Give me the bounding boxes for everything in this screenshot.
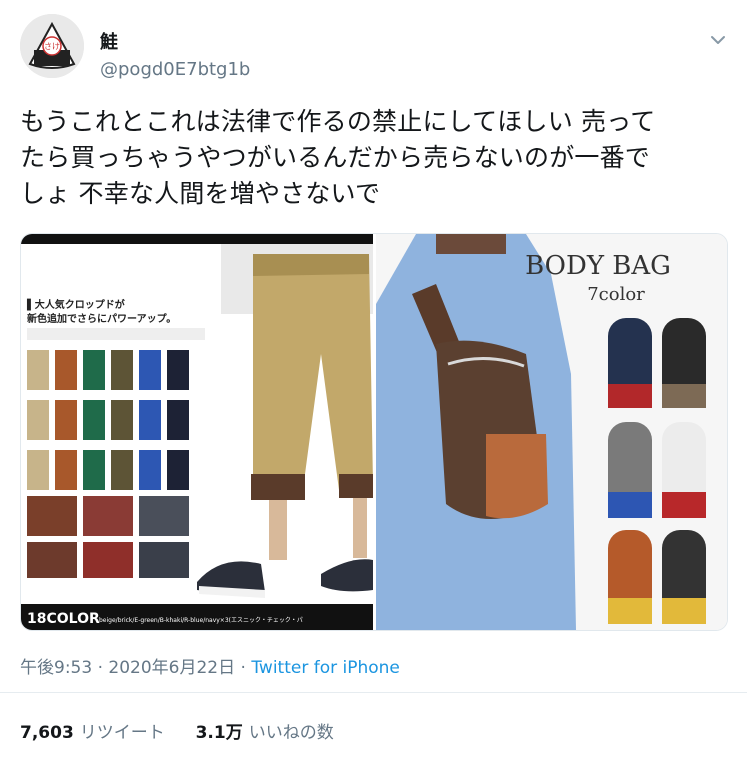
avatar[interactable]: さけ	[20, 14, 84, 78]
tweet-text-line: もうこれとこれは法律で作るの禁止にしてほしい 売って	[20, 107, 656, 136]
retweets-stat[interactable]: 7,603 リツイート	[20, 723, 165, 743]
bag-model-photo	[376, 234, 576, 630]
chevron-down-icon[interactable]	[708, 30, 728, 50]
meta-separator: ·	[240, 658, 246, 678]
media-image-pants[interactable]: ▌大人気クロップドが 新色追加でさらにパワーアップ。 18COLOR beige…	[21, 234, 373, 630]
media-image-bodybag[interactable]: BODY BAG 7color	[376, 234, 727, 630]
footer-color-list: beige/brick/E-green/B-khaki/R-blue/navy×…	[99, 617, 303, 624]
tweet-header: さけ 鮭 @pogd0E7btg1b	[20, 14, 730, 84]
retweets-label: リツイート	[79, 723, 165, 743]
likes-count: 3.1万	[195, 723, 243, 743]
user-handle[interactable]: @pogd0E7btg1b	[100, 59, 250, 80]
tweet-time[interactable]: 午後9:53	[20, 658, 92, 678]
headline-line-2: 新色追加でさらにパワーアップ。	[27, 312, 176, 325]
retweets-count: 7,603	[20, 723, 74, 743]
tweet-text-line: たら買っちゃうやつがいるんだから売らないのが一番で	[20, 143, 651, 172]
headline-line-1: ▌大人気クロップドが	[26, 298, 126, 311]
meta-separator: ·	[97, 658, 103, 678]
likes-stat[interactable]: 3.1万 いいねの数	[196, 723, 334, 743]
tweet-source-link[interactable]: Twitter for iPhone	[251, 658, 400, 678]
likes-label: いいねの数	[248, 723, 334, 743]
tweet-media[interactable]: ▌大人気クロップドが 新色追加でさらにパワーアップ。 18COLOR beige…	[20, 233, 728, 631]
display-name[interactable]: 鮭	[100, 28, 118, 54]
tweet-text: もうこれとこれは法律で作るの禁止にしてほしい 売って たら買っちゃうやつがいるん…	[20, 104, 730, 212]
tweet-stats: 7,603 リツイート 3.1万 いいねの数	[20, 718, 334, 743]
tweet-date[interactable]: 2020年6月22日	[108, 658, 235, 678]
divider	[0, 692, 747, 693]
tweet-text-line: しょ 不幸な人間を増やさないで	[20, 179, 381, 208]
bag-title: BODY BAG	[525, 251, 671, 281]
svg-text:さけ: さけ	[44, 42, 60, 51]
footer-color-count: 18COLOR	[27, 611, 100, 627]
tweet-meta: 午後9:53 · 2020年6月22日 · Twitter for iPhone	[20, 653, 400, 678]
bag-subtitle: 7color	[587, 284, 645, 305]
